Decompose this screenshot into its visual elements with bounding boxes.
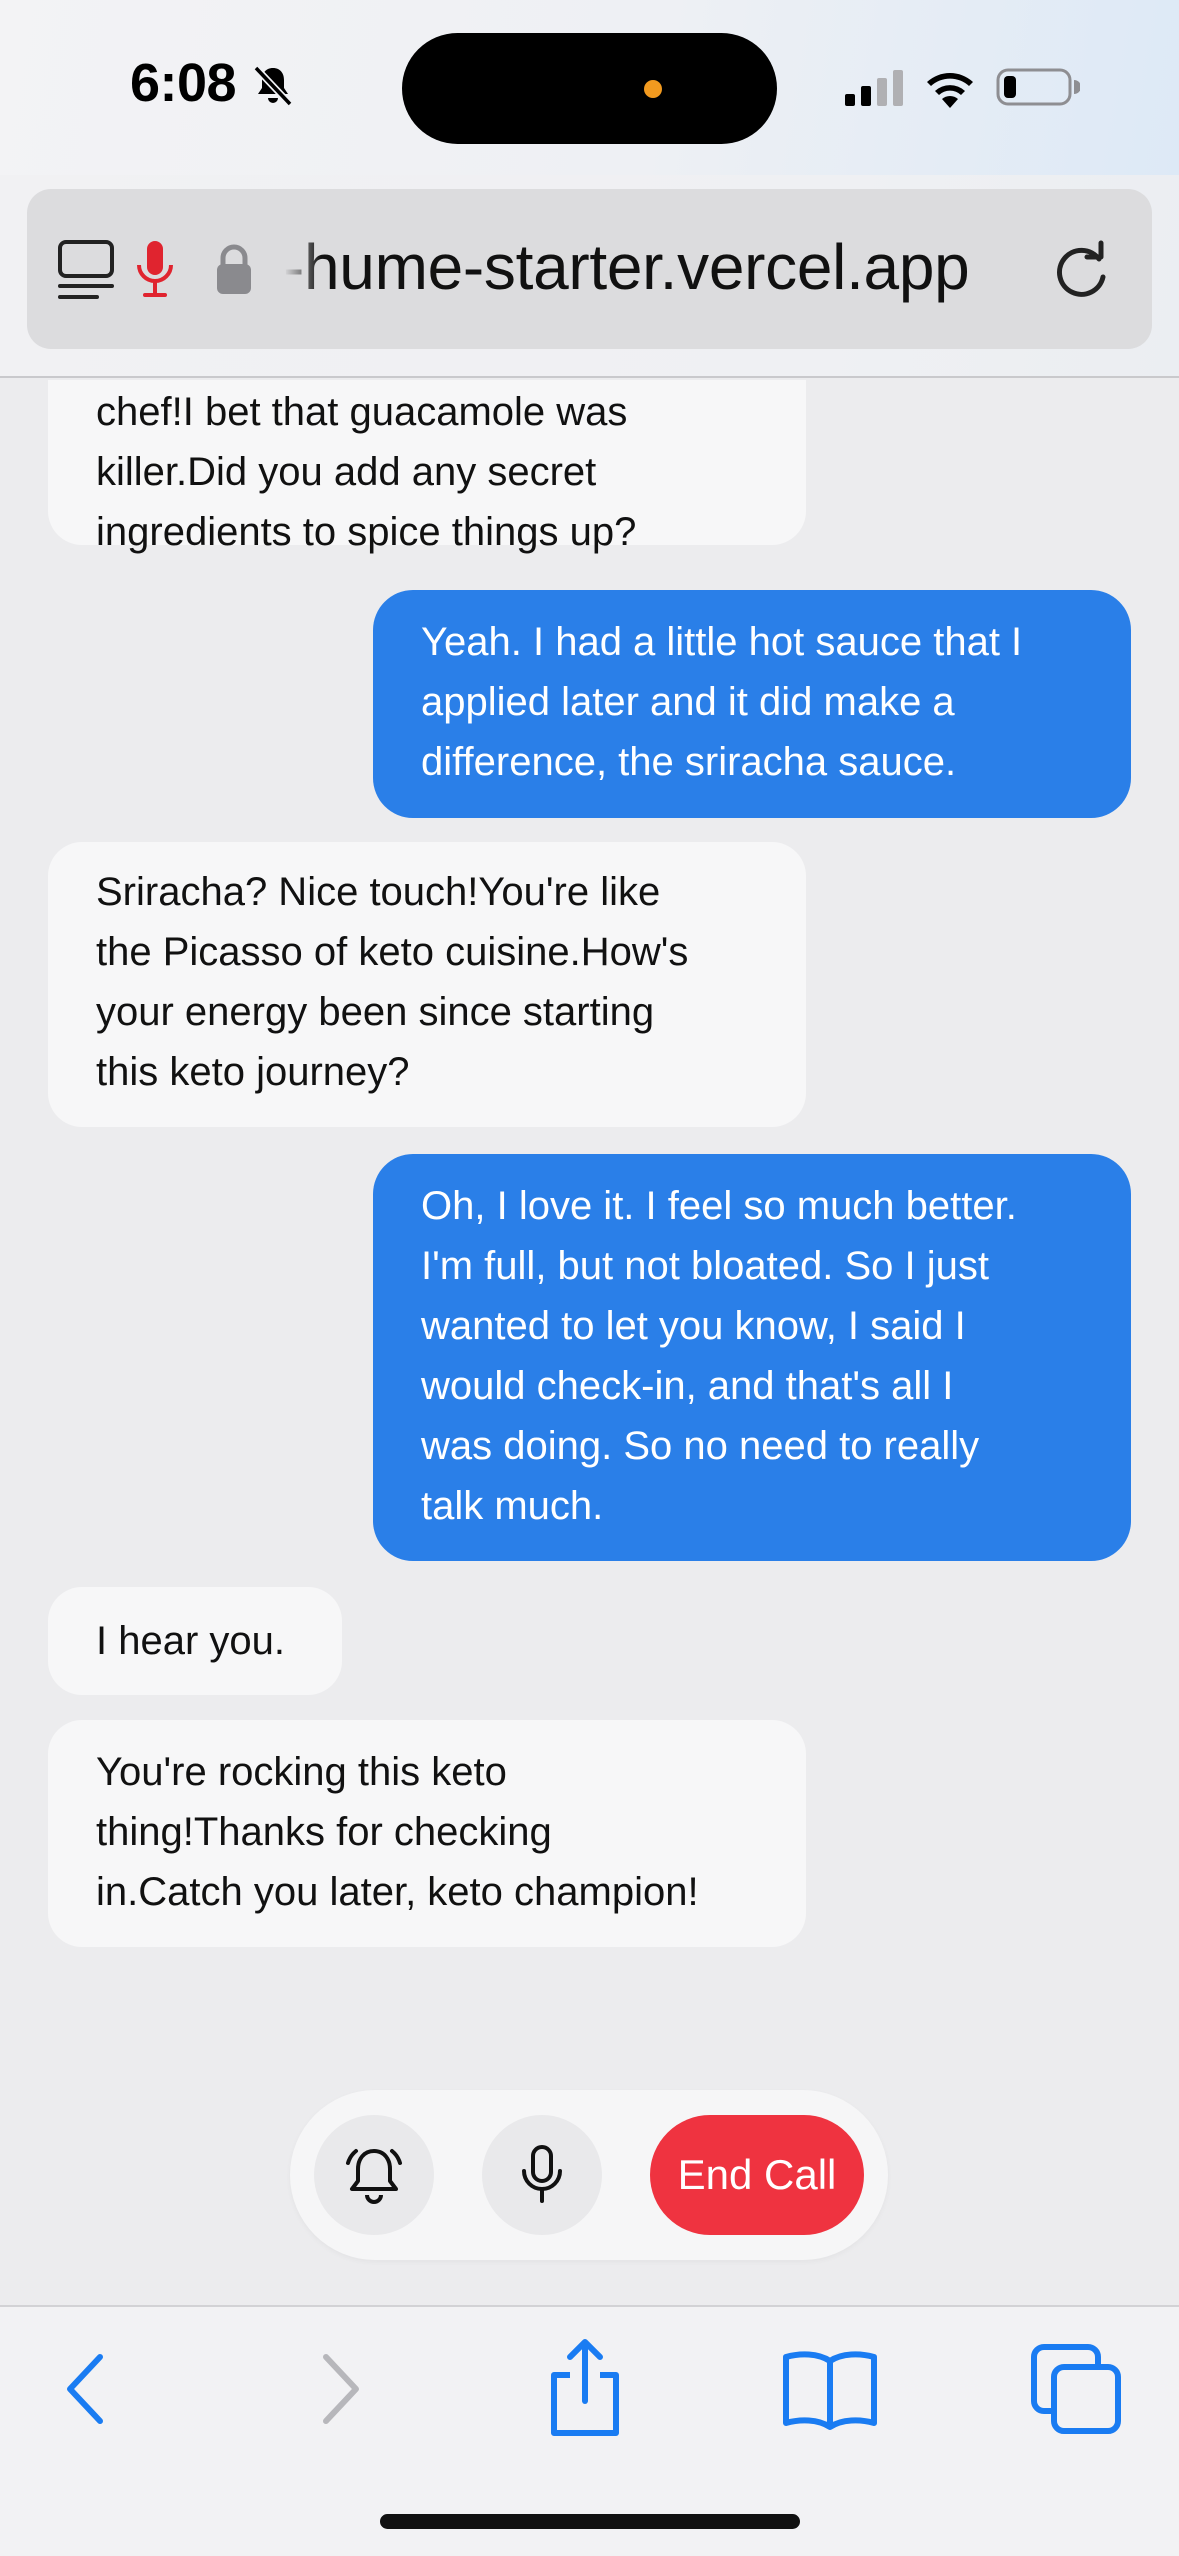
user-message: Yeah. I had a little hot sauce that I ap… — [373, 590, 1131, 818]
reader-sidebar-icon[interactable] — [57, 239, 115, 301]
assistant-message: Sriracha? Nice touch!You're like the Pic… — [48, 842, 806, 1127]
url-text[interactable]: -hume-starter.vercel.app — [283, 227, 1063, 307]
mute-button[interactable] — [482, 2115, 602, 2235]
call-controls: End Call — [290, 2090, 888, 2260]
notification-button[interactable] — [314, 2115, 434, 2235]
dynamic-island — [402, 33, 777, 144]
microphone-active-icon — [137, 241, 173, 297]
bell-slash-icon — [253, 65, 293, 107]
chat-transcript[interactable]: chef!I bet that guacamole was killer.Did… — [0, 380, 1179, 2305]
bookmarks-icon[interactable] — [780, 2347, 880, 2431]
privacy-indicator-dot — [644, 80, 662, 98]
microphone-icon — [522, 2145, 562, 2203]
lock-icon — [217, 244, 251, 294]
assistant-message: I hear you. — [48, 1587, 342, 1695]
browser-address-area: -hume-starter.vercel.app — [0, 175, 1179, 378]
assistant-message: You're rocking this keto thing!Thanks fo… — [48, 1720, 806, 1947]
address-bar[interactable]: -hume-starter.vercel.app — [27, 189, 1152, 349]
bell-icon — [346, 2149, 402, 2204]
wifi-icon — [927, 73, 973, 108]
share-icon[interactable] — [540, 2337, 630, 2437]
assistant-message: chef!I bet that guacamole was killer.Did… — [48, 380, 806, 554]
user-message: Oh, I love it. I feel so much better. I'… — [373, 1154, 1131, 1561]
status-time: 6:08 — [130, 53, 237, 113]
forward-icon[interactable] — [310, 2347, 370, 2431]
reload-icon[interactable] — [1049, 237, 1113, 301]
back-icon[interactable] — [56, 2347, 116, 2431]
cellular-signal-icon — [845, 70, 903, 106]
end-call-button[interactable]: End Call — [650, 2115, 864, 2235]
tabs-icon[interactable] — [1030, 2343, 1122, 2435]
status-bar: 6:08 — [0, 0, 1179, 175]
url-fade — [275, 219, 321, 319]
battery-low-icon — [996, 68, 1080, 106]
home-indicator — [380, 2514, 800, 2529]
